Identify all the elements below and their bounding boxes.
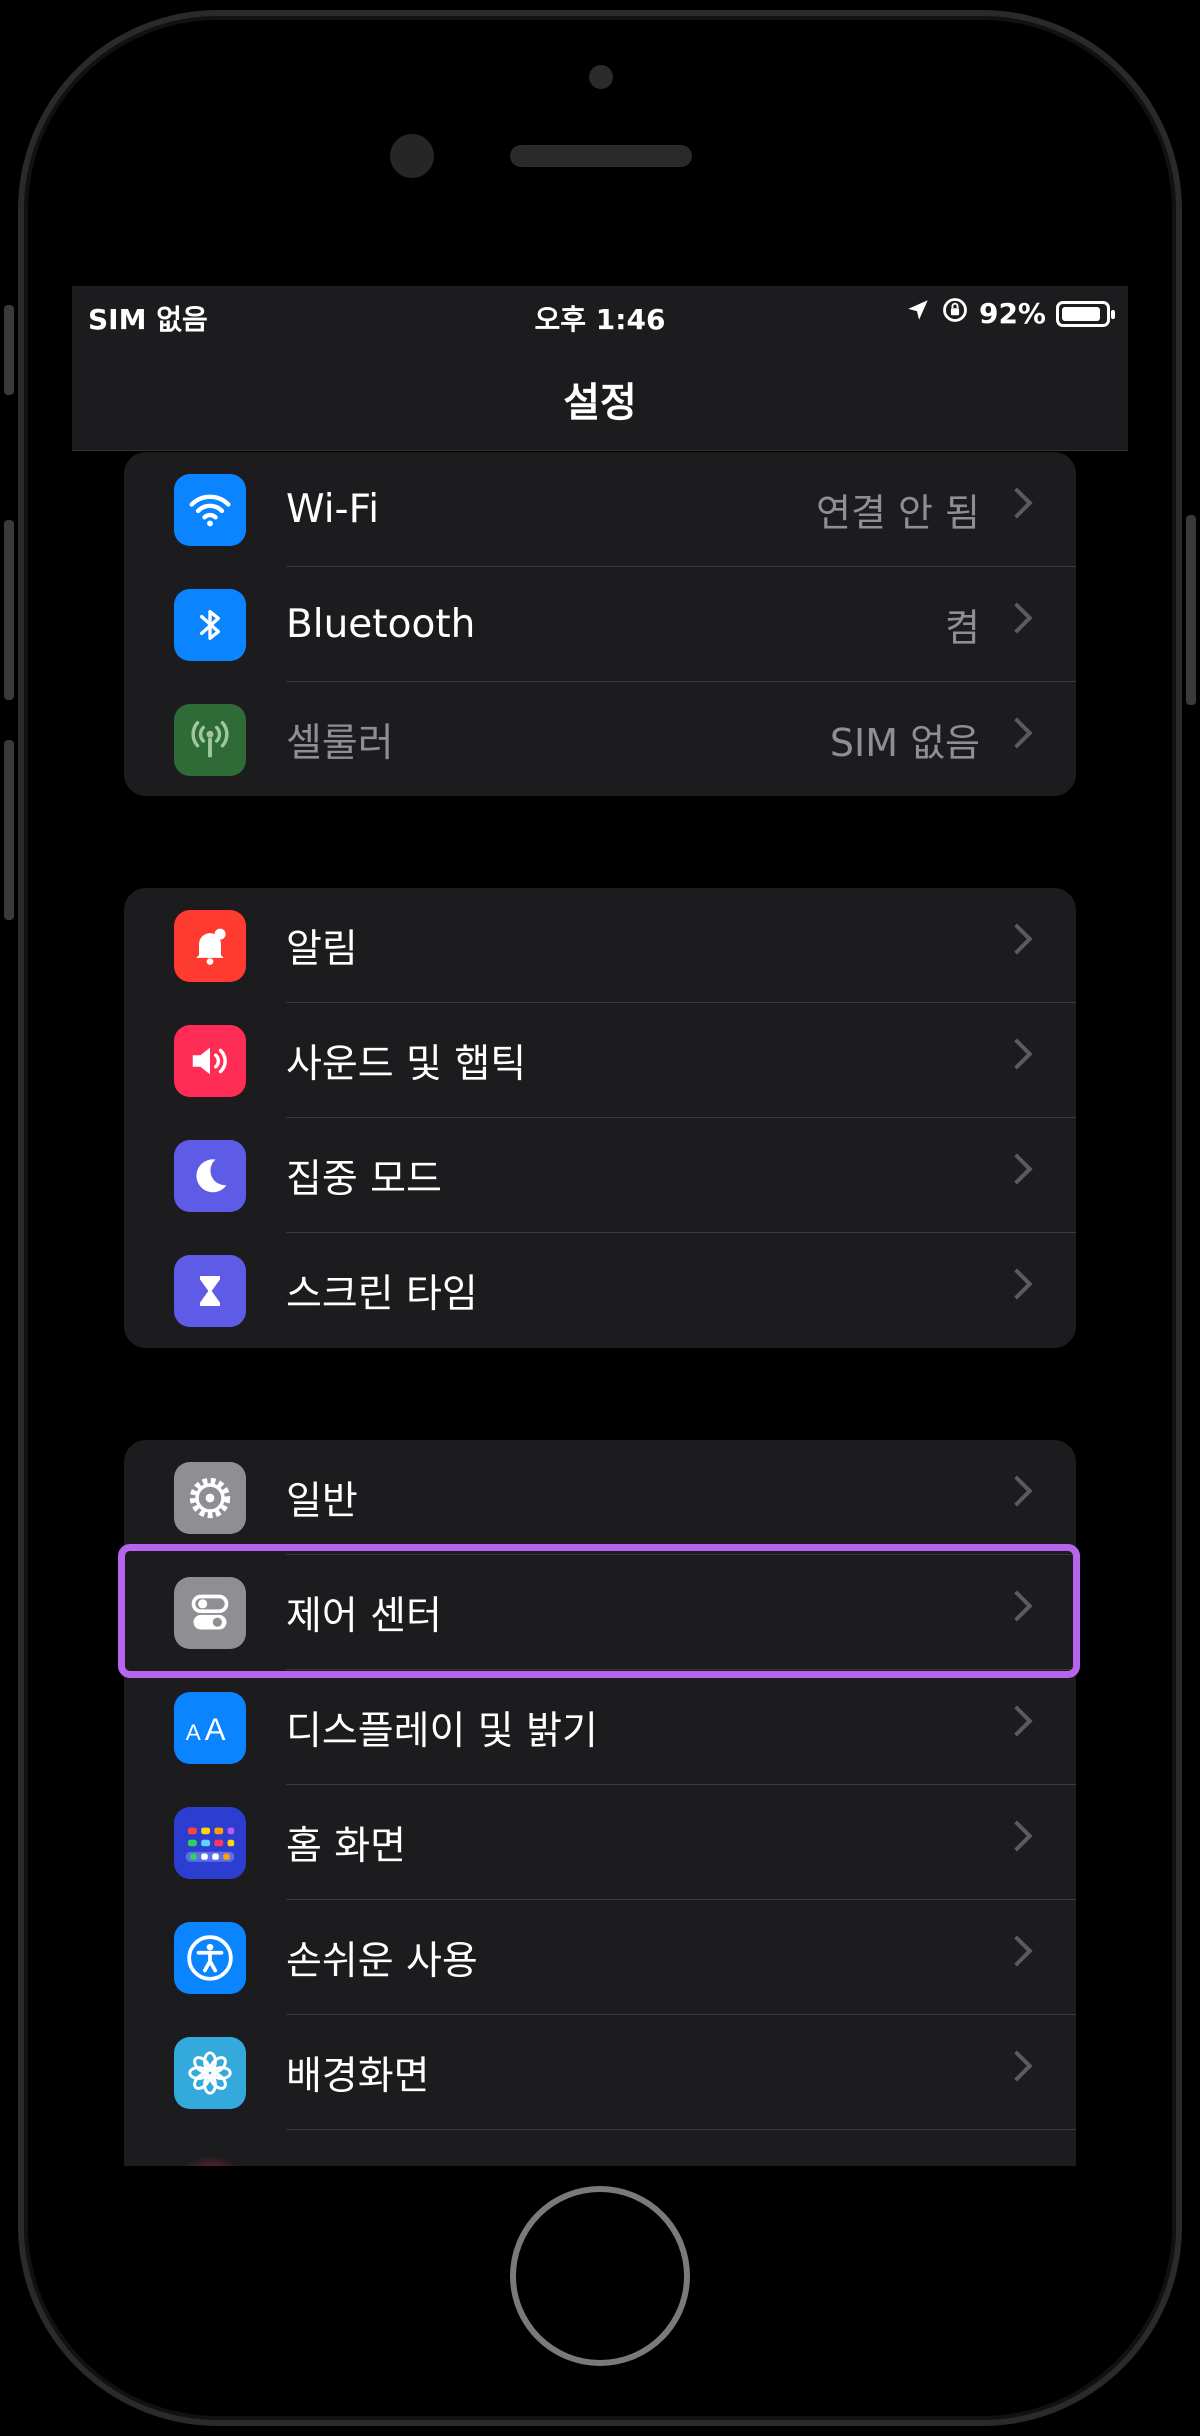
settings-row-display[interactable]: AA 디스플레이 및 밝기 [124,1670,1076,1785]
chevron-right-icon [1001,1153,1033,1185]
battery-percent: 92% [978,297,1046,330]
status-bar: SIM 없음 오후 1:46 92% [72,286,1128,346]
cellular-icon [174,704,246,776]
bluetooth-icon [174,589,246,661]
siri-icon [174,2152,246,2166]
chevron-right-icon [1001,1705,1033,1737]
screen: SIM 없음 오후 1:46 92% 설정 Wi-Fi 연결 안 됨 Bluet… [72,286,1128,2166]
settings-row-label: Bluetooth [286,602,476,647]
settings-row-value: 켬 [945,606,980,650]
settings-row-partial[interactable] [124,2130,1076,2166]
speaker-icon [174,1025,246,1097]
volume-up-button [4,520,14,700]
proximity-sensor [589,65,613,89]
navigation-bar: 설정 [72,346,1128,451]
settings-row-cellular[interactable]: 셀룰러 SIM 없음 [124,682,1076,796]
settings-row-label: 홈 화면 [286,1823,407,1869]
settings-row-general[interactable]: 일반 [124,1440,1076,1555]
settings-row-label: 디스플레이 및 밝기 [286,1708,598,1754]
flower-icon [174,2037,246,2109]
status-icons: 92% [905,296,1115,331]
notifications-group: 알림 사운드 및 햅틱 집중 모드 스크린 타임 [124,888,1076,1348]
accessibility-icon [174,1922,246,1994]
battery-fill [1062,306,1101,321]
settings-row-wallpaper[interactable]: 배경화면 [124,2015,1076,2130]
settings-row-bluetooth[interactable]: Bluetooth 켬 [124,567,1076,682]
chevron-right-icon [1001,487,1033,519]
earpiece-speaker [510,145,692,167]
chevron-right-icon [1001,717,1033,749]
settings-row-label: 배경화면 [286,2053,430,2099]
chevron-right-icon [1001,602,1033,634]
moon-icon [174,1140,246,1212]
highlight-box [118,1544,1080,1678]
chevron-right-icon [1001,2050,1033,2082]
volume-down-button [4,740,14,920]
settings-row-home-screen[interactable]: 홈 화면 [124,1785,1076,1900]
front-camera [390,134,434,178]
connectivity-group: Wi-Fi 연결 안 됨 Bluetooth 켬 셀룰러 SIM 없음 [124,452,1076,796]
battery-icon [1056,300,1115,327]
settings-row-accessibility[interactable]: 손쉬운 사용 [124,1900,1076,2015]
settings-row-sounds[interactable]: 사운드 및 햅틱 [124,1003,1076,1118]
chevron-right-icon [1001,1268,1033,1300]
settings-row-label: 알림 [286,926,358,972]
settings-row-wifi[interactable]: Wi-Fi 연결 안 됨 [124,452,1076,567]
settings-row-label: 손쉬운 사용 [286,1938,478,1984]
home-button[interactable] [510,2186,690,2366]
gear-icon [174,1462,246,1534]
settings-row-focus[interactable]: 집중 모드 [124,1118,1076,1233]
settings-row-notifications[interactable]: 알림 [124,888,1076,1003]
settings-row-label: Wi-Fi [286,487,380,532]
chevron-right-icon [1001,923,1033,955]
orientation-lock-icon [941,296,969,331]
wifi-icon [174,474,246,546]
settings-row-label: 일반 [286,1478,358,1524]
chevron-right-icon [1001,1038,1033,1070]
text-size-icon: AA [174,1692,246,1764]
chevron-right-icon [1001,1820,1033,1852]
settings-row-value: 연결 안 됨 [816,491,980,535]
settings-row-label: 스크린 타임 [286,1271,478,1317]
location-arrow-icon [905,297,931,330]
hourglass-icon [174,1255,246,1327]
settings-row-value: SIM 없음 [829,721,980,765]
page-title: 설정 [563,380,637,426]
app-grid-icon [174,1807,246,1879]
settings-row-label: 셀룰러 [286,720,394,766]
svg-text:A: A [186,1720,201,1745]
svg-text:A: A [205,1712,226,1747]
power-button [1186,515,1196,705]
chevron-right-icon [1001,1935,1033,1967]
chevron-right-icon [1001,1475,1033,1507]
settings-row-label: 사운드 및 햅틱 [286,1041,527,1087]
settings-row-screen-time[interactable]: 스크린 타임 [124,1233,1076,1348]
bell-icon [174,910,246,982]
settings-row-label: 집중 모드 [286,1156,442,1202]
mute-switch [4,305,14,395]
